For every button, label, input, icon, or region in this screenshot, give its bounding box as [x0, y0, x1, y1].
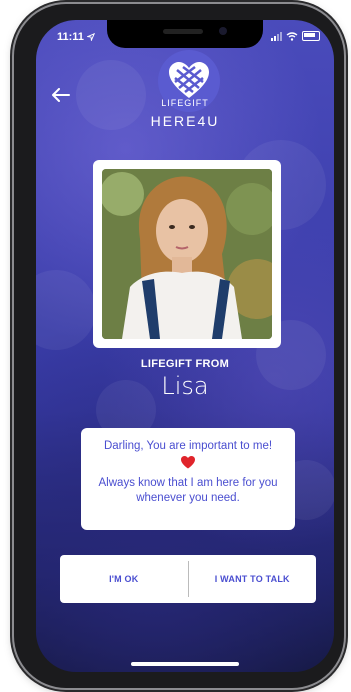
speaker-grille	[163, 29, 203, 34]
battery-icon	[302, 31, 320, 41]
heart-logo-icon	[169, 62, 209, 98]
wifi-icon	[286, 31, 298, 41]
location-arrow-icon	[85, 32, 96, 43]
app-screen: 11:11 LIFEGIFT HERE4U LIFEGIFT FROM Lisa…	[36, 20, 334, 672]
im-ok-button[interactable]: I'M OK	[60, 555, 188, 603]
cellular-signal-icon	[271, 31, 282, 41]
lifegift-from-label: LIFEGIFT FROM	[140, 358, 230, 370]
message-line-1: Darling, You are important to me!	[103, 440, 273, 452]
want-to-talk-button[interactable]: I WANT TO TALK	[189, 555, 317, 603]
status-time: 11:11	[57, 31, 96, 43]
heart-icon	[81, 456, 295, 470]
status-icons	[271, 31, 320, 41]
logo-wordmark: LIFEGIFT	[161, 98, 209, 108]
app-title: HERE4U	[150, 113, 220, 129]
notch	[107, 20, 263, 48]
portrait-illustration	[102, 169, 272, 339]
sender-name: Lisa	[161, 372, 209, 400]
power-button	[344, 160, 348, 230]
red-heart-icon	[181, 456, 195, 469]
response-action-bar: I'M OK I WANT TO TALK	[60, 555, 316, 603]
home-indicator[interactable]	[131, 662, 239, 666]
sender-photo	[102, 169, 272, 339]
message-line-2: Always know that I am here for you whene…	[98, 477, 278, 504]
bokeh-light	[36, 270, 96, 350]
sender-photo-frame	[93, 160, 281, 348]
message-card: Darling, You are important to me! Always…	[81, 428, 295, 530]
front-camera	[219, 27, 227, 35]
